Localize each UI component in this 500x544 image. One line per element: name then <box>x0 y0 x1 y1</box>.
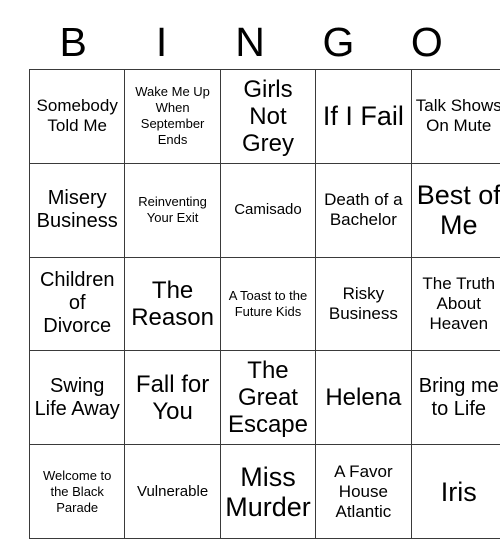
bingo-cell[interactable]: If I Fail <box>315 69 412 164</box>
bingo-cell[interactable]: Camisado <box>219 162 317 258</box>
bingo-cell-label: Helena <box>325 384 402 412</box>
bingo-cell[interactable]: Risky Business <box>315 256 412 352</box>
header-letter-b: B <box>59 18 87 65</box>
bingo-cell[interactable]: Vulnerable <box>124 444 221 539</box>
bingo-cell-label: Iris <box>440 476 477 507</box>
bingo-cell[interactable]: A Toast to the Future Kids <box>219 256 317 352</box>
bingo-cell-label: Talk Shows On Mute <box>415 96 500 136</box>
bingo-cell[interactable]: Girls Not Grey <box>219 69 317 164</box>
bingo-cell[interactable]: Best of Me <box>410 162 500 258</box>
bingo-cell-label: Swing Life Away <box>34 374 120 420</box>
bingo-row: Welcome to the Black Parade Vulnerable M… <box>28 444 500 539</box>
bingo-cell[interactable]: Somebody Told Me <box>28 69 126 164</box>
bingo-cell-label: Death of a Bachelor <box>324 190 403 230</box>
bingo-cell[interactable]: Misery Business <box>28 162 126 258</box>
bingo-cell-label: The Reason <box>131 276 214 331</box>
bingo-row: Swing Life Away Fall for You The Great E… <box>28 350 500 446</box>
bingo-cell-label: A Toast to the Future Kids <box>228 287 308 319</box>
bingo-cell[interactable]: Iris <box>410 444 500 539</box>
bingo-card: B I N G O Somebody Told Me Wake Me Up Wh… <box>28 14 500 539</box>
bingo-cell-label: Reinventing Your Exit <box>138 194 207 226</box>
bingo-cell[interactable]: The Reason <box>124 256 221 352</box>
bingo-cell[interactable]: Death of a Bachelor <box>315 162 412 258</box>
header-letter-n: N <box>235 18 265 65</box>
bingo-header-row: B I N G O <box>29 14 471 69</box>
bingo-cell-label: Welcome to the Black Parade <box>42 467 112 515</box>
bingo-cell[interactable]: Talk Shows On Mute <box>410 69 500 164</box>
bingo-cell[interactable]: A Favor House Atlantic <box>315 444 412 539</box>
bingo-cell-label: Somebody Told Me <box>36 96 118 136</box>
bingo-row: Children of Divorce The Reason A Toast t… <box>28 256 500 352</box>
bingo-cell-label: A Favor House Atlantic <box>334 461 393 521</box>
bingo-row: Somebody Told Me Wake Me Up When Septemb… <box>28 69 500 164</box>
bingo-cell-label: Misery Business <box>36 187 118 233</box>
bingo-cell-label: If I Fail <box>322 101 404 132</box>
bingo-cell-label: Vulnerable <box>137 482 209 500</box>
bingo-cell-label: Children of Divorce <box>39 269 115 338</box>
bingo-cell[interactable]: Swing Life Away <box>28 350 126 446</box>
bingo-row: Misery Business Reinventing Your Exit Ca… <box>28 162 500 258</box>
bingo-cell[interactable]: Reinventing Your Exit <box>124 162 221 258</box>
bingo-cell-label: The Great Escape <box>227 357 308 439</box>
bingo-cell[interactable]: Bring me to Life <box>410 350 500 446</box>
bingo-cell-label: Risky Business <box>328 283 398 323</box>
bingo-cell-label: Miss Murder <box>225 461 311 522</box>
bingo-cell[interactable]: Children of Divorce <box>28 256 126 352</box>
bingo-cell-label: Girls Not Grey <box>241 75 294 157</box>
bingo-cell[interactable]: Welcome to the Black Parade <box>28 444 126 539</box>
header-letter-g: G <box>322 18 355 65</box>
bingo-cell[interactable]: The Great Escape <box>219 350 317 446</box>
bingo-cell[interactable]: Helena <box>315 350 412 446</box>
bingo-cell[interactable]: Wake Me Up When September Ends <box>124 69 221 164</box>
header-letter-i: I <box>155 18 168 65</box>
bingo-cell-label: Bring me to Life <box>418 374 499 420</box>
bingo-cell[interactable]: Miss Murder <box>219 444 317 539</box>
bingo-cell-label: Fall for You <box>135 370 210 425</box>
header-letter-o: O <box>410 18 443 65</box>
bingo-cell-label: The Truth About Heaven <box>422 273 496 333</box>
bingo-cell-label: Camisado <box>234 201 302 219</box>
bingo-cell[interactable]: Fall for You <box>124 350 221 446</box>
bingo-cell-label: Best of Me <box>416 180 500 241</box>
bingo-cell-label: Wake Me Up When September Ends <box>135 84 210 148</box>
bingo-cell[interactable]: The Truth About Heaven <box>410 256 500 352</box>
bingo-grid: Somebody Told Me Wake Me Up When Septemb… <box>28 69 500 539</box>
